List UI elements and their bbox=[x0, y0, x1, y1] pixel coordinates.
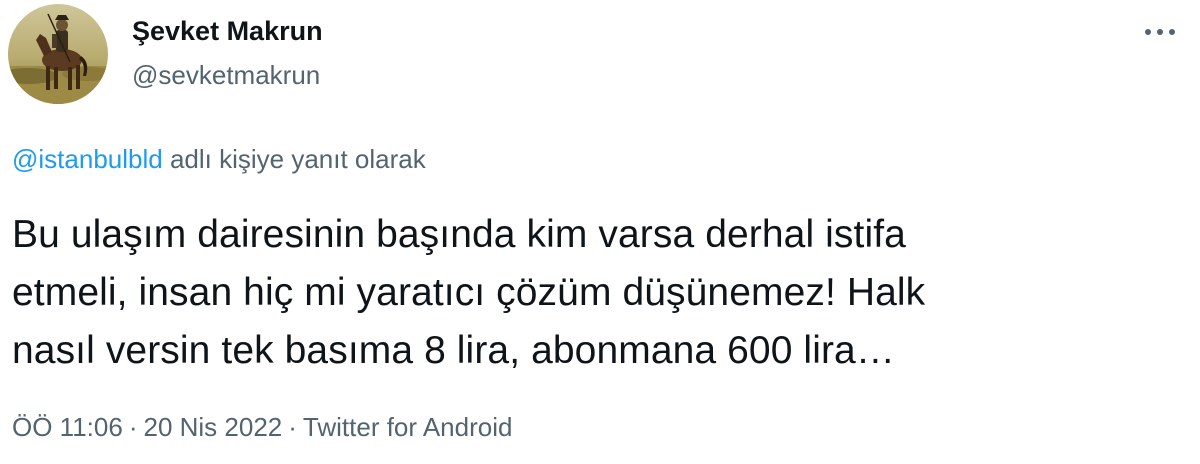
reply-mention-link[interactable]: @istanbulbld bbox=[12, 144, 163, 174]
tweet-text-line: Bu ulaşım dairesinin başında kim varsa d… bbox=[12, 213, 906, 256]
author-display-name[interactable]: Şevket Makrun bbox=[132, 16, 323, 47]
tweet-meta: ÖÖ 11:06 · 20 Nis 2022 · Twitter for Android bbox=[12, 412, 512, 443]
tweet-text-line: etmeli, insan hiç mi yaratıcı çözüm düşü… bbox=[12, 271, 926, 314]
reply-context-text: adlı kişiye yanıt olarak bbox=[162, 144, 426, 174]
tweet-card: Şevket Makrun @sevketmakrun @istanbulbld… bbox=[0, 0, 1200, 464]
meta-separator: · bbox=[128, 412, 138, 442]
author-handle[interactable]: @sevketmakrun bbox=[132, 60, 320, 91]
tweet-date[interactable]: 20 Nis 2022 bbox=[143, 412, 282, 442]
tweet-text: Bu ulaşım dairesinin başında kim varsa d… bbox=[12, 206, 1162, 380]
more-horizontal-icon bbox=[1145, 29, 1175, 35]
horse-rider-avatar-icon bbox=[8, 4, 108, 104]
reply-context: @istanbulbld adlı kişiye yanıt olarak bbox=[12, 144, 426, 175]
more-options-button[interactable] bbox=[1140, 16, 1180, 48]
avatar[interactable] bbox=[8, 4, 108, 104]
tweet-time[interactable]: ÖÖ 11:06 bbox=[12, 412, 123, 442]
tweet-text-line: nasıl versin tek basıma 8 lira, abonmana… bbox=[12, 329, 895, 372]
tweet-source[interactable]: Twitter for Android bbox=[303, 412, 513, 442]
meta-separator: · bbox=[288, 412, 297, 442]
